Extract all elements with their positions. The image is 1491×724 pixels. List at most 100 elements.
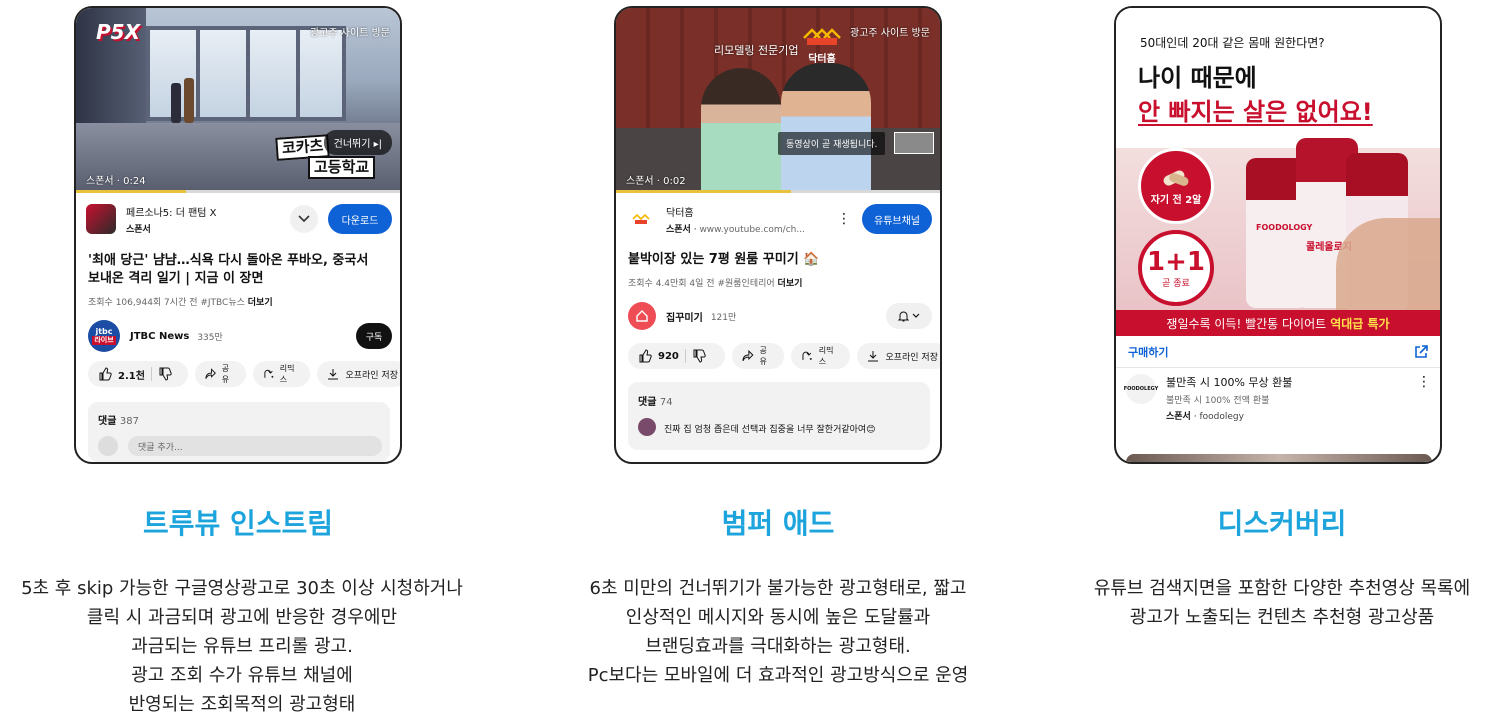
like-count: 2.1천	[118, 370, 145, 382]
banner-pretext: 50대인데 20대 같은 몸매 원한다면?	[1140, 36, 1325, 50]
hand-shape	[1336, 218, 1440, 318]
download-button[interactable]: 다운로드	[328, 204, 392, 234]
thumbs-up-icon[interactable]	[638, 349, 652, 363]
progress-fill	[616, 190, 791, 193]
ad-subtitle: 불만족 시 100% 전액 환불	[1166, 396, 1270, 406]
remix-label: 리믹스	[279, 364, 295, 384]
comments-count: 74	[659, 397, 673, 408]
comments-panel[interactable]: 댓글 74 진짜 집 엄청 좁은데 선택과 집중을 너무 잘한거같아여😊	[628, 382, 930, 450]
offline-save-button[interactable]: 오프라인 저장	[317, 361, 400, 387]
download-icon	[328, 369, 339, 380]
brand-logo-name: 닥터홈	[808, 54, 836, 65]
section-heading-discovery: 디스커버리	[1217, 507, 1347, 540]
brand-logo: 닥터홈	[802, 28, 842, 65]
woman-figure	[701, 68, 781, 190]
ad-brand-icon	[626, 204, 656, 234]
ad-info-row: 닥터홈 스폰서 · www.youtube.com/ch... ⋮ 유튜브채널	[626, 201, 932, 237]
action-bar: 920 공유 리믹스 오프라인 저장	[628, 343, 940, 369]
like-dislike-pill[interactable]: 920	[628, 343, 725, 369]
more-options-icon[interactable]: ⋮	[1416, 374, 1432, 390]
home-icon	[636, 310, 648, 322]
channel-name[interactable]: 집꾸미기	[666, 309, 703, 324]
ad-name: 닥터홈	[666, 207, 694, 219]
comments-panel[interactable]: 댓글 387 댓글 추가...	[88, 402, 390, 462]
remix-button[interactable]: 리믹스	[252, 361, 311, 387]
share-label: 공유	[759, 346, 767, 366]
advertiser-site-link[interactable]: 광고주 사이트 방문	[850, 24, 930, 39]
action-bar: 2.1천 공유 리믹스 오프라인 저장	[88, 361, 400, 387]
expand-button[interactable]	[290, 205, 318, 233]
progress-fill	[76, 190, 186, 193]
buy-row[interactable]: 구매하기	[1116, 336, 1440, 368]
channel-name[interactable]: JTBC News	[130, 331, 189, 342]
add-comment-input[interactable]: 댓글 추가...	[128, 436, 382, 456]
offline-save-label: 오프라인 저장	[885, 352, 938, 363]
section-desc-instream: 5초 후 skip 가능한 구글영상광고로 30초 이상 시청하거나 클릭 시 …	[21, 578, 463, 715]
download-icon	[868, 351, 879, 362]
badge-dosage: 자기 전 2알	[1138, 148, 1214, 224]
discovery-banner[interactable]: 50대인데 20대 같은 몸매 원한다면? 나이 때문에 안 빠지는 살은 없어…	[1116, 8, 1440, 336]
live-badge: 라이브	[92, 336, 116, 345]
promo-strip-text: 쟁일수록 이득! 빨간통 다이어트	[1166, 316, 1327, 331]
section-desc-bumper: 6초 미만의 건너뛰기가 불가능한 광고형태로, 짧고 인상적인 메시지와 동시…	[587, 578, 969, 686]
ad-url[interactable]: www.youtube.com/ch...	[699, 225, 805, 235]
thumbs-down-icon[interactable]	[692, 349, 706, 363]
remix-button[interactable]: 리믹스	[790, 343, 851, 369]
youtube-channel-button[interactable]: 유튜브채널	[862, 204, 932, 234]
thumbs-up-icon[interactable]	[98, 367, 112, 381]
offline-save-label: 오프라인 저장	[345, 370, 398, 381]
share-icon	[204, 368, 216, 379]
badge-promo-big: 1+1	[1147, 246, 1205, 277]
playback-notice: 동영상이 곧 재생됩니다.	[778, 132, 886, 155]
ad-sponsor-label: 스폰서	[1166, 412, 1191, 422]
badge-promo-small: 곧 종료	[1162, 278, 1190, 289]
video-title[interactable]: 붙박이장 있는 7평 원룸 꾸미기 🏠	[628, 251, 933, 269]
section-heading-bumper: 범퍼 애드	[721, 507, 835, 540]
advertiser-site-link[interactable]: 광고주 사이트 방문	[310, 24, 390, 39]
comments-count: 387	[119, 416, 139, 427]
ad-title[interactable]: 불만족 시 100% 무상 환불	[1166, 374, 1416, 390]
phone-mockup-instream: P5X 광고주 사이트 방문 코카츠 고등학교 건너뛰기 ▸| 스폰서 · 0:…	[74, 6, 402, 464]
video-meta-text: 조회수 106,944회 7시간 전 #JTBC뉴스	[88, 298, 245, 308]
comments-header: 댓글 387	[98, 412, 139, 427]
comments-label: 댓글	[638, 397, 657, 408]
video-title-overlay-2: 고등학교	[308, 156, 376, 179]
comments-header: 댓글 74	[638, 393, 673, 408]
external-link-icon[interactable]	[1414, 344, 1428, 359]
brand-tagline: 리모델링 전문기업	[714, 44, 799, 57]
share-button[interactable]: 공유	[731, 343, 784, 369]
video-title[interactable]: '최애 당근' 냠냠…식욕 다시 돌아온 푸바오, 중국서 보내온 격리 일기 …	[88, 252, 393, 288]
more-link[interactable]: 더보기	[778, 279, 803, 289]
video-player[interactable]: P5X 광고주 사이트 방문 코카츠 고등학교 건너뛰기 ▸| 스폰서 · 0:…	[76, 8, 400, 190]
video-player[interactable]: 리모델링 전문기업 닥터홈 광고주 사이트 방문 동영상이 곧 재생됩니다. 스…	[616, 8, 940, 190]
video-title-line-1: '최애 당근' 냠냠…식욕 다시 돌아온 푸바오, 중국서	[88, 253, 369, 268]
share-button[interactable]: 공유	[194, 361, 246, 387]
subscribe-button[interactable]: 구독	[356, 323, 392, 349]
house-logo-icon	[632, 213, 650, 224]
ad-sponsor-label: 스폰서	[126, 224, 151, 235]
channel-avatar[interactable]	[628, 302, 656, 330]
like-dislike-pill[interactable]: 2.1천	[88, 361, 188, 387]
ad-domain: foodolegy	[1199, 412, 1244, 422]
ad-app-icon	[86, 204, 116, 234]
more-link[interactable]: 더보기	[248, 298, 273, 308]
channel-avatar[interactable]: jtbc 라이브	[88, 320, 120, 352]
top-comment-text: 진짜 집 엄청 좁은데 선택과 집중을 너무 잘한거같아여😊	[664, 425, 876, 435]
chevron-down-icon	[298, 215, 310, 223]
subscriber-count: 121만	[710, 312, 737, 323]
promo-strip: 쟁일수록 이득! 빨간통 다이어트 역대급 특가	[1116, 310, 1440, 336]
buy-label[interactable]: 구매하기	[1128, 344, 1414, 360]
sponsor-timer: 스폰서 · 0:02	[626, 176, 686, 187]
more-options-icon[interactable]: ⋮	[836, 211, 852, 227]
bell-icon	[898, 311, 909, 322]
comments-label: 댓글	[98, 416, 117, 427]
thumbs-down-icon[interactable]	[158, 367, 172, 381]
banner-headline-1: 나이 때문에	[1138, 64, 1257, 92]
offline-save-button[interactable]: 오프라인 저장	[857, 343, 940, 369]
phone-mockup-bumper: 리모델링 전문기업 닥터홈 광고주 사이트 방문 동영상이 곧 재생됩니다. 스…	[614, 6, 942, 464]
video-meta: 조회수 106,944회 7시간 전 #JTBC뉴스 더보기	[88, 295, 273, 308]
notification-bell-button[interactable]	[886, 303, 932, 329]
ad-info-row: 페르소나5: 더 팬텀 X 스폰서 다운로드	[86, 201, 392, 237]
ad-sponsor-label: 스폰서	[666, 224, 691, 235]
skip-ad-button[interactable]: 건너뛰기 ▸|	[323, 130, 392, 155]
